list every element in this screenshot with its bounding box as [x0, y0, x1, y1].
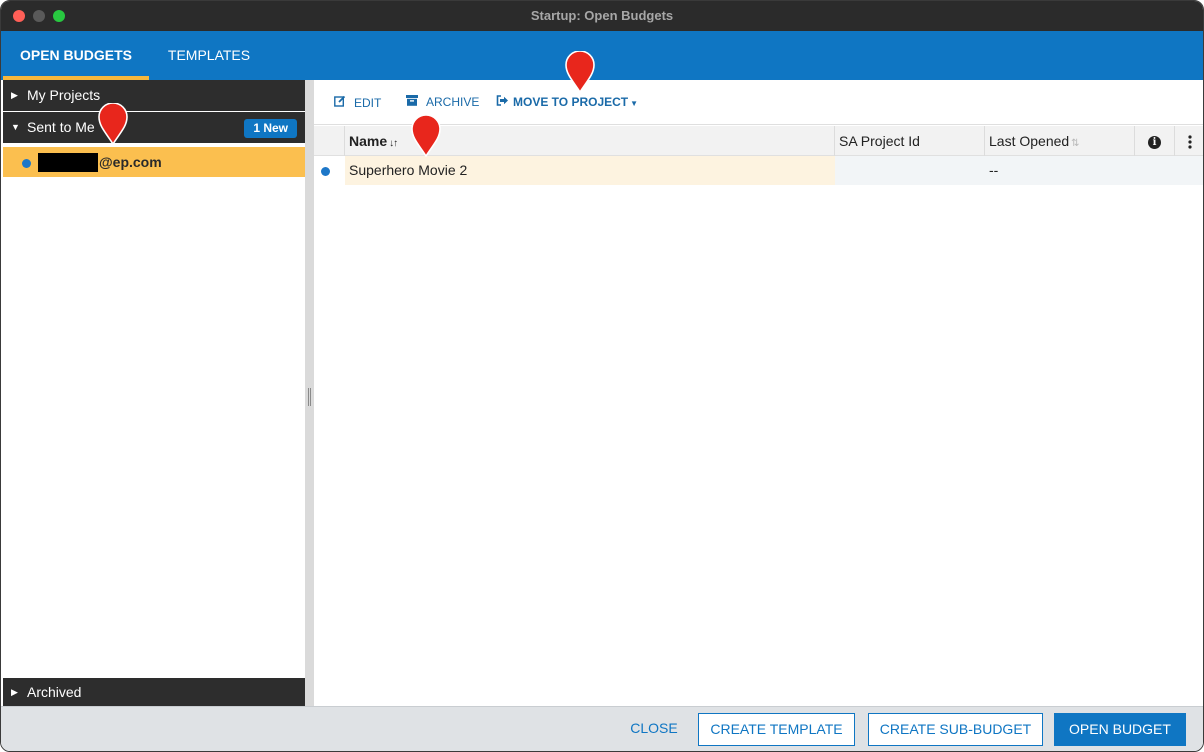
- window-title: Startup: Open Budgets: [530, 8, 674, 23]
- sort-icon: ↓↑: [389, 138, 398, 149]
- sidebar-section-label: Sent to Me: [27, 119, 95, 135]
- footer: CLOSE CREATE TEMPLATE CREATE SUB-BUDGET …: [1, 706, 1203, 751]
- move-to-project-button[interactable]: MOVE TO PROJECT ▼: [496, 95, 638, 109]
- sidebar: ▶ My Projects ▼ Sent to Me 1 New @ep.com…: [3, 80, 305, 706]
- column-header-info[interactable]: i: [1135, 126, 1175, 156]
- column-header-label: Last Opened: [989, 133, 1070, 149]
- more-vertical-icon: [1187, 133, 1192, 149]
- new-count-badge: 1 New: [244, 119, 297, 138]
- sidebar-section-archived[interactable]: ▶ Archived: [3, 678, 305, 706]
- cell-last-opened: --: [985, 156, 1203, 185]
- sort-icon: ⇅: [1071, 138, 1079, 149]
- app-window: Startup: Open Budgets OPEN BUDGETS TEMPL…: [0, 0, 1204, 752]
- column-header-label: SA Project Id: [839, 133, 920, 149]
- main-panel: EDIT ARCHIVE MOVE TO PROJECT ▼ Name ↓↑ SA …: [314, 80, 1203, 706]
- tab-templates[interactable]: TEMPLATES: [155, 31, 263, 80]
- move-to-project-label: MOVE TO PROJECT: [513, 95, 629, 109]
- toolbar: EDIT ARCHIVE MOVE TO PROJECT ▼: [314, 80, 1203, 125]
- create-sub-budget-button[interactable]: CREATE SUB-BUDGET: [868, 713, 1043, 746]
- chevron-down-icon: ▼: [630, 99, 639, 108]
- sidebar-section-label: My Projects: [27, 87, 101, 103]
- caret-down-icon: ▼: [11, 122, 20, 132]
- sender-email: @ep.com: [99, 154, 162, 170]
- create-template-button[interactable]: CREATE TEMPLATE: [698, 713, 855, 746]
- grid-header-lead: [314, 126, 345, 156]
- row-status-cell: [314, 156, 345, 185]
- open-budget-button[interactable]: OPEN BUDGET: [1054, 713, 1186, 746]
- caret-right-icon: ▶: [11, 687, 18, 697]
- archive-icon: [406, 95, 418, 109]
- redacted-text: [38, 153, 98, 172]
- table-row[interactable]: Superhero Movie 2 --: [314, 156, 1203, 185]
- annotation-pin-icon: [565, 51, 595, 93]
- close-button[interactable]: CLOSE: [623, 713, 685, 746]
- caret-right-icon: ▶: [11, 90, 18, 100]
- archive-button[interactable]: ARCHIVE: [406, 95, 479, 109]
- pane-splitter[interactable]: [305, 80, 314, 706]
- title-bar: Startup: Open Budgets: [1, 1, 1203, 31]
- tab-bar: OPEN BUDGETS TEMPLATES: [1, 31, 1203, 80]
- splitter-grip-icon: [308, 388, 311, 406]
- annotation-pin-icon: [411, 115, 441, 157]
- info-icon: i: [1148, 135, 1161, 149]
- move-to-project-icon: [496, 95, 509, 109]
- sidebar-item-sender[interactable]: @ep.com: [3, 147, 305, 177]
- archive-label: ARCHIVE: [426, 95, 480, 109]
- cell-name: Superhero Movie 2: [345, 156, 835, 185]
- sidebar-section-my-projects[interactable]: ▶ My Projects: [3, 80, 305, 111]
- sidebar-section-label: Archived: [27, 684, 82, 700]
- edit-icon: [334, 95, 346, 110]
- unread-dot-icon: [321, 167, 330, 176]
- sidebar-section-sent-to-me[interactable]: ▼ Sent to Me 1 New: [3, 112, 305, 143]
- column-header-label: Name: [349, 133, 388, 149]
- column-header-last-opened[interactable]: Last Opened ⇅: [985, 126, 1135, 156]
- annotation-pin-icon: [98, 103, 128, 145]
- edit-button[interactable]: EDIT: [334, 95, 381, 110]
- unread-dot-icon: [22, 159, 31, 168]
- tab-open-budgets[interactable]: OPEN BUDGETS: [3, 31, 149, 80]
- column-options-button[interactable]: [1175, 126, 1203, 156]
- grid-header: Name ↓↑ SA Project Id Last Opened ⇅ i: [314, 126, 1203, 156]
- edit-label: EDIT: [354, 96, 382, 110]
- cell-sa-project-id: [835, 156, 985, 185]
- column-header-sa-project-id[interactable]: SA Project Id: [835, 126, 985, 156]
